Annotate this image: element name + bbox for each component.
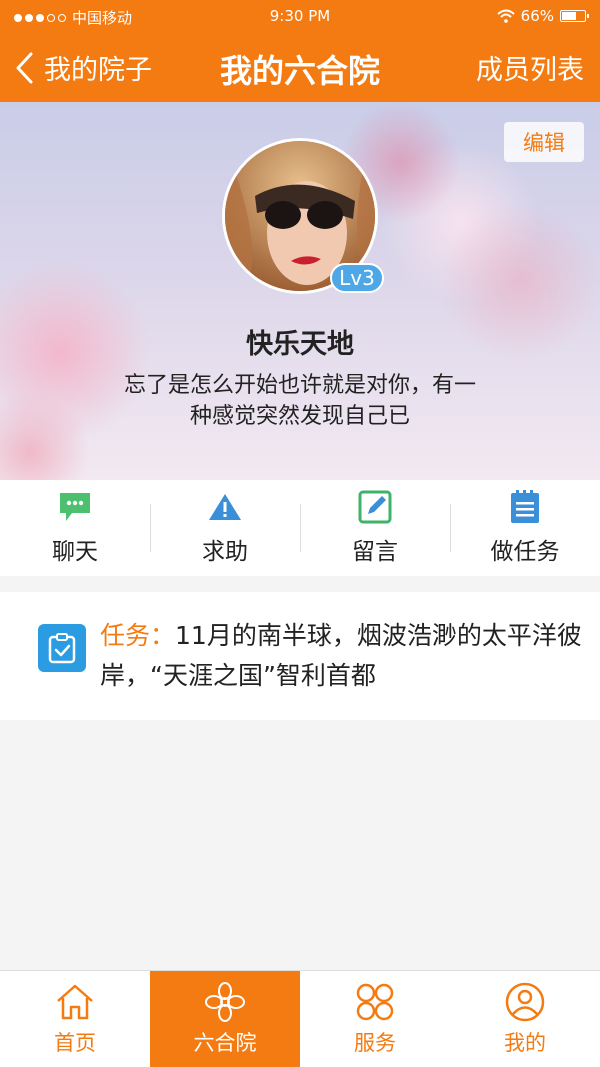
wifi-icon (496, 9, 515, 23)
edit-note-icon (358, 490, 392, 524)
bio-line: 种感觉突然发现自己已 (189, 404, 410, 429)
bottom-tab-bar: 首页 六合院 服务 我的 (0, 970, 600, 1067)
edit-button[interactable]: 编辑 (504, 122, 584, 162)
nav-bar: 我的院子 我的六合院 成员列表 (0, 34, 600, 102)
tab-home[interactable]: 首页 (0, 971, 150, 1067)
home-icon (57, 984, 93, 1020)
task-description: 任务：11月的南半球，烟波浩渺的太平洋彼岸，“天涯之国”智利首都 (100, 616, 584, 696)
message-label: 留言 (352, 539, 398, 565)
battery-icon (560, 10, 589, 22)
status-bar: 中国移动 9:30 PM 66% (0, 0, 600, 34)
profile-header: 编辑 Lv3 快乐天地 忘了是怎么开始也许就是对你，有一 种感觉突然发现自己已 (0, 102, 600, 480)
tab-mine[interactable]: 我的 (450, 971, 600, 1067)
task-list-icon (511, 490, 539, 523)
task-button[interactable]: 做任务 (450, 480, 600, 576)
tab-services[interactable]: 服务 (300, 971, 450, 1067)
tab-liuheyuan-label: 六合院 (193, 1031, 257, 1055)
flower-icon (205, 982, 245, 1022)
tab-mine-label: 我的 (504, 1031, 546, 1055)
tab-services-label: 服务 (354, 1031, 396, 1055)
bio-line: 忘了是怎么开始也许就是对你，有一 (123, 373, 476, 398)
chat-button[interactable]: 聊天 (0, 480, 150, 576)
chat-icon (60, 493, 90, 521)
task-card[interactable]: 任务：11月的南半球，烟波浩渺的太平洋彼岸，“天涯之国”智利首都 (0, 592, 600, 720)
task-prefix: 任务： (100, 621, 176, 650)
level-badge: Lv3 (330, 263, 384, 293)
warning-icon (209, 494, 241, 520)
grid-icon (356, 983, 394, 1021)
chat-label: 聊天 (52, 539, 98, 565)
help-label: 求助 (202, 539, 248, 565)
tab-liuheyuan[interactable]: 六合院 (150, 971, 300, 1067)
message-button[interactable]: 留言 (300, 480, 450, 576)
action-bar: 聊天 求助 留言 做任务 (0, 480, 600, 576)
tab-home-label: 首页 (54, 1031, 96, 1055)
user-icon (505, 982, 545, 1022)
member-list-button[interactable]: 成员列表 (476, 48, 584, 87)
help-button[interactable]: 求助 (150, 480, 300, 576)
user-name: 快乐天地 (246, 329, 354, 360)
top-bar: 中国移动 9:30 PM 66% 我的院子 我的六合院 成员列表 (0, 0, 600, 102)
task-label: 做任务 (490, 539, 560, 565)
user-bio: 忘了是怎么开始也许就是对你，有一 种感觉突然发现自己已 (90, 370, 510, 432)
clipboard-check-icon (38, 624, 86, 672)
battery-percent: 66% (520, 7, 554, 25)
